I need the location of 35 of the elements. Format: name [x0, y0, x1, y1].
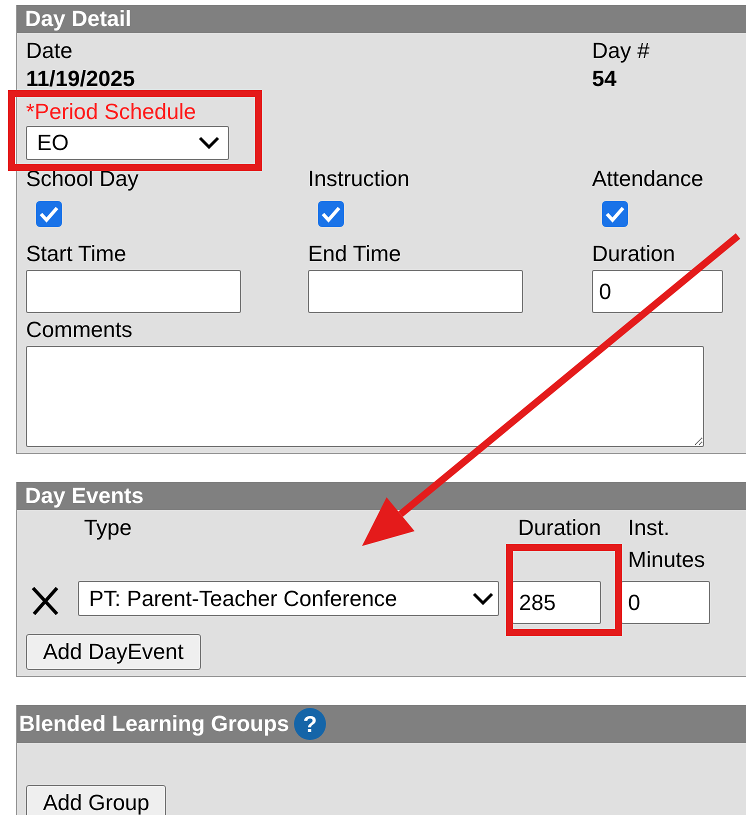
add-day-event-button[interactable]: Add DayEvent: [26, 634, 201, 670]
input-field[interactable]: 285: [512, 581, 601, 624]
delete-icon[interactable]: [30, 584, 60, 618]
day-number-value: 54: [592, 65, 616, 93]
date-value: 11/19/2025: [26, 65, 135, 93]
field-label: End Time: [308, 240, 401, 268]
column-header: Type: [84, 514, 133, 542]
field-label: Instruction: [308, 165, 410, 193]
help-icon[interactable]: ?: [293, 707, 328, 741]
chevron-icon: [472, 592, 494, 606]
field-label: Date: [26, 37, 72, 65]
input-field[interactable]: [308, 270, 523, 313]
panel-title: Day Events: [25, 482, 144, 510]
period-schedule-dropdown[interactable]: EO: [26, 126, 229, 160]
checkbox[interactable]: [602, 201, 628, 227]
field-label: *Period Schedule: [26, 98, 196, 126]
field-label: Comments: [26, 316, 132, 344]
panel-title: Day Detail: [25, 5, 132, 33]
column-header: Duration: [518, 514, 602, 542]
event-type-dropdown[interactable]: PT: Parent-Teacher Conference: [78, 581, 499, 616]
panel-title: Blended Learning Groups: [19, 710, 290, 738]
column-header: Inst. Minutes: [628, 514, 706, 574]
field-label: Day #: [592, 37, 650, 65]
field-label: School Day: [26, 165, 139, 193]
input-field[interactable]: [26, 270, 241, 313]
checkbox[interactable]: [318, 201, 344, 227]
comments-field[interactable]: [26, 346, 704, 447]
field-label: Duration: [592, 240, 676, 268]
input-field[interactable]: 0: [621, 581, 710, 624]
add-group-button[interactable]: Add Group: [26, 785, 166, 815]
checkbox[interactable]: [36, 201, 62, 227]
field-label: Start Time: [26, 240, 126, 268]
field-label: Attendance: [592, 165, 704, 193]
chevron-icon: [198, 136, 220, 150]
input-field[interactable]: 0: [592, 270, 723, 313]
